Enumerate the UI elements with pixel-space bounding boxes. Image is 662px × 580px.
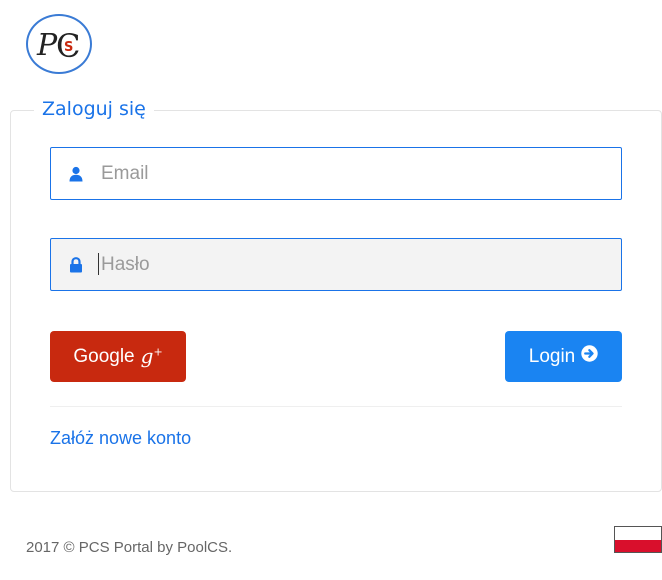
login-page: P C S Zaloguj się Google g+: [0, 0, 662, 580]
flag-white-stripe: [615, 527, 661, 540]
svg-text:S: S: [64, 40, 73, 55]
login-button[interactable]: Login: [505, 331, 622, 382]
divider: [50, 406, 622, 407]
register-link[interactable]: Załóż nowe konto: [50, 427, 191, 449]
google-plus-icon: g+: [140, 343, 163, 368]
login-legend: Zaloguj się: [34, 96, 154, 122]
flag-red-stripe: [615, 539, 661, 552]
google-button-label: Google: [73, 345, 135, 367]
login-button-label: Login: [528, 345, 576, 367]
lock-icon: [51, 256, 97, 273]
svg-text:P: P: [36, 28, 58, 63]
google-login-button[interactable]: Google g+: [50, 331, 186, 382]
password-input[interactable]: [97, 239, 621, 290]
email-input[interactable]: [97, 148, 621, 199]
poland-flag-icon[interactable]: [614, 526, 662, 553]
email-field[interactable]: [50, 147, 622, 200]
text-cursor: [98, 253, 99, 275]
user-icon: [51, 166, 97, 182]
footer-copyright: 2017 © PCS Portal by PoolCS.: [26, 539, 233, 556]
arrow-circle-right-icon: [581, 345, 598, 368]
pcs-logo-icon: P C S: [36, 27, 80, 65]
pcs-logo[interactable]: P C S: [26, 14, 92, 74]
password-field[interactable]: [50, 238, 622, 291]
